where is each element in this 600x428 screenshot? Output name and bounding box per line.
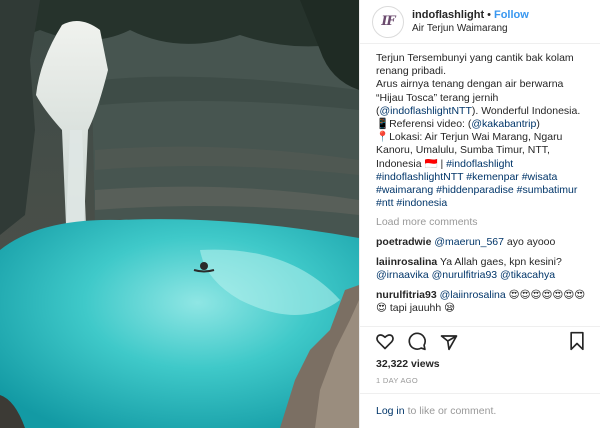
waterfall-image [0,0,359,428]
username-link[interactable]: indoflashlight [412,8,484,22]
comment-mention[interactable]: @irnaavika @nurulfitria93 @tikacahya [376,269,555,281]
comment-text: Ya Allah gaes, kpn kesini? [440,255,562,268]
post-photo[interactable] [0,0,359,428]
view-count[interactable]: 32,322 views [360,354,600,370]
login-prompt-text: to like or comment. [407,405,497,417]
follow-button[interactable]: Follow [494,8,529,22]
comment-mention[interactable]: @maerun_567 [434,236,504,248]
share-icon[interactable] [438,330,460,352]
post-window: IF indoflashlight • Follow Air Terjun Wa… [0,0,600,428]
comment-item: laiinrosalina Ya Allah gaes, kpn kesini?… [376,256,588,283]
post-caption: Terjun Tersembunyi yang cantik bak kolam… [376,52,588,210]
bookmark-icon[interactable] [566,330,588,352]
comment-username[interactable]: nurulfitria93 [376,289,437,301]
avatar[interactable]: IF [372,5,404,38]
post-side-panel: IF indoflashlight • Follow Air Terjun Wa… [359,0,600,428]
caption-mention[interactable]: @indoflashlightNTT [380,105,472,117]
comment-text: ayo ayooo [503,236,556,249]
caption-mention-2[interactable]: @kakabantrip [471,118,536,130]
comment-item: poetradwie @maerun_567 ayo ayooo [376,236,588,250]
separator-dot: • [487,8,491,21]
comment-icon[interactable] [406,330,428,352]
post-timestamp: 1 DAY AGO [360,370,600,394]
action-bar [360,326,600,354]
avatar-logo-text: IF [381,14,395,29]
location-link[interactable]: Air Terjun Waimarang [412,22,529,36]
post-header: IF indoflashlight • Follow Air Terjun Wa… [360,0,600,44]
load-more-comments-button[interactable]: Load more comments [376,216,588,228]
comment-username[interactable]: laiinrosalina [376,256,437,268]
comments-section: Terjun Tersembunyi yang cantik bak kolam… [360,44,600,326]
comment-username[interactable]: poetradwie [376,236,431,248]
login-link[interactable]: Log in [376,405,405,417]
login-prompt: Log in to like or comment. [360,394,600,428]
heart-icon[interactable] [374,330,396,352]
comment-item: nurulfitria93 @laiinrosalina 😍😍😍😍😍😍😍😍 ta… [376,289,588,316]
comment-mention[interactable]: @laiinrosalina [440,289,506,301]
